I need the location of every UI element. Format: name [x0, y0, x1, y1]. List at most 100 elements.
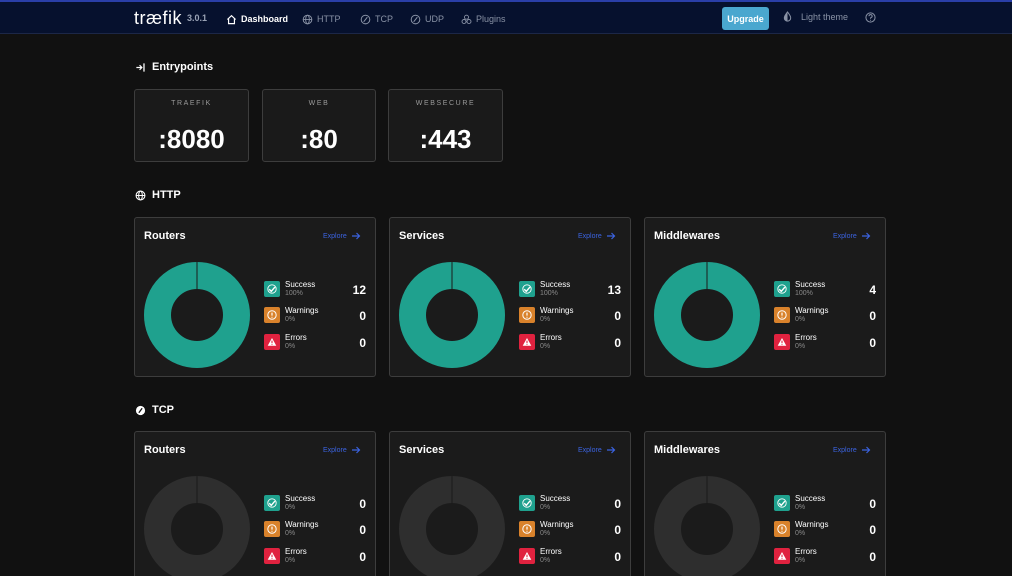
entrypoint-card-traefik: TRAEFIK :8080: [134, 89, 249, 162]
nav-http[interactable]: HTTP: [302, 11, 341, 27]
tcp-routers-card: Routers Explore Success 0% 0 Warnings 0% 0 Error…: [134, 431, 376, 576]
check-icon: [519, 281, 535, 297]
stat-label: Success: [285, 280, 316, 289]
arrow-right-icon: [861, 446, 871, 454]
warning-circle-icon: [774, 521, 790, 537]
explore-link[interactable]: Explore: [323, 445, 361, 455]
stat-count: 0: [359, 497, 366, 511]
check-icon: [264, 495, 280, 511]
stat-row-errors: Errors 0% 0: [264, 333, 366, 353]
explore-label: Explore: [578, 446, 602, 454]
check-icon: [774, 281, 790, 297]
explore-link[interactable]: Explore: [578, 231, 616, 241]
stat-label: Success: [285, 494, 316, 503]
arrow-right-icon: [351, 232, 361, 240]
help-icon[interactable]: [865, 12, 876, 23]
stat-percent: 0%: [795, 343, 806, 350]
nav-plugins-label: Plugins: [476, 14, 506, 24]
stat-label: Errors: [795, 547, 817, 556]
explore-link[interactable]: Explore: [323, 231, 361, 241]
card-title: Routers: [144, 230, 186, 242]
stat-row-success: Success 0% 0: [774, 494, 876, 514]
stat-percent: 0%: [285, 557, 296, 564]
http-title: HTTP: [152, 189, 181, 201]
nav-udp[interactable]: UDP: [410, 11, 444, 27]
entrypoint-card-websecure: WEBSECURE :443: [388, 89, 503, 162]
explore-link[interactable]: Explore: [578, 445, 616, 455]
entrypoint-name: WEBSECURE: [415, 100, 476, 107]
error-triangle-icon: [264, 334, 280, 350]
stat-row-warnings: Warnings 0% 0: [774, 520, 876, 540]
stat-label: Success: [540, 280, 571, 289]
tcp-services-card: Services Explore Success 0% 0 Warnings 0% 0 Erro…: [389, 431, 631, 576]
stat-count: 0: [869, 497, 876, 511]
error-triangle-icon: [264, 548, 280, 564]
nav-plugins[interactable]: Plugins: [461, 11, 506, 27]
arrow-right-icon: [351, 446, 361, 454]
nav-dashboard[interactable]: Dashboard: [226, 11, 288, 27]
stat-row-success: Success 0% 0: [264, 494, 366, 514]
warning-circle-icon: [264, 521, 280, 537]
stat-label: Errors: [285, 333, 307, 342]
status-donut-chart: [654, 476, 760, 576]
stat-count: 0: [869, 309, 876, 323]
status-donut-chart: [399, 262, 505, 368]
entrypoint-port: :80: [300, 124, 338, 154]
stat-percent: 0%: [795, 504, 806, 511]
stat-label: Warnings: [540, 520, 574, 529]
nav-dashboard-label: Dashboard: [241, 14, 289, 24]
check-icon: [264, 281, 280, 297]
stat-label: Warnings: [285, 306, 319, 315]
stat-label: Success: [540, 494, 571, 503]
status-donut-chart: [654, 262, 760, 368]
stat-percent: 0%: [285, 504, 296, 511]
entrypoint-name: WEB: [308, 100, 330, 107]
warning-circle-icon: [519, 521, 535, 537]
http-routers-card: Routers Explore Success 100% 12 Warnings 0% 0 Er…: [134, 217, 376, 377]
explore-label: Explore: [323, 232, 347, 240]
tcp-middlewares-card: Middlewares Explore Success 0% 0 Warnings 0% 0 E…: [644, 431, 886, 576]
udp-icon: [410, 14, 421, 24]
warning-circle-icon: [519, 307, 535, 323]
stat-percent: 0%: [285, 343, 296, 350]
stat-label: Errors: [540, 547, 562, 556]
http-middlewares-card: Middlewares Explore Success 100% 4 Warnings 0%…: [644, 217, 886, 377]
nav-tcp-label: TCP: [375, 14, 393, 24]
theme-toggle[interactable]: Light theme: [782, 11, 848, 22]
stat-percent: 100%: [540, 290, 558, 297]
check-icon: [774, 495, 790, 511]
stat-label: Warnings: [540, 306, 574, 315]
stat-percent: 0%: [795, 316, 806, 323]
stat-row-success: Success 100% 12: [264, 280, 366, 300]
arrow-right-icon: [606, 232, 616, 240]
explore-link[interactable]: Explore: [833, 445, 871, 455]
stat-count: 0: [869, 523, 876, 537]
warning-circle-icon: [264, 307, 280, 323]
explore-link[interactable]: Explore: [833, 231, 871, 241]
stat-count: 0: [614, 336, 621, 350]
traefik-logo[interactable]: træfik: [134, 8, 182, 29]
arrow-right-icon: [861, 232, 871, 240]
stat-percent: 0%: [795, 557, 806, 564]
http-services-card: Services Explore Success 100% 13 Warnings 0% 0 E…: [389, 217, 631, 377]
upgrade-button[interactable]: Upgrade: [722, 7, 769, 30]
stat-percent: 0%: [285, 316, 296, 323]
stat-count: 0: [359, 523, 366, 537]
stat-row-success: Success 100% 13: [519, 280, 621, 300]
card-title: Services: [399, 444, 445, 456]
nav-tcp[interactable]: TCP: [360, 11, 393, 27]
http-heading: HTTP: [135, 189, 181, 201]
stat-label: Errors: [540, 333, 562, 342]
stat-count: 4: [869, 283, 876, 297]
card-title: Routers: [144, 444, 186, 456]
stat-label: Errors: [285, 547, 307, 556]
warning-circle-icon: [774, 307, 790, 323]
stat-percent: 0%: [540, 557, 551, 564]
entrypoint-port: :443: [419, 124, 472, 154]
error-triangle-icon: [519, 334, 535, 350]
theme-toggle-label: Light theme: [801, 11, 849, 22]
explore-label: Explore: [833, 232, 857, 240]
plugins-icon: [461, 14, 472, 24]
entrypoint-port: :8080: [158, 124, 225, 154]
home-icon: [226, 14, 237, 24]
